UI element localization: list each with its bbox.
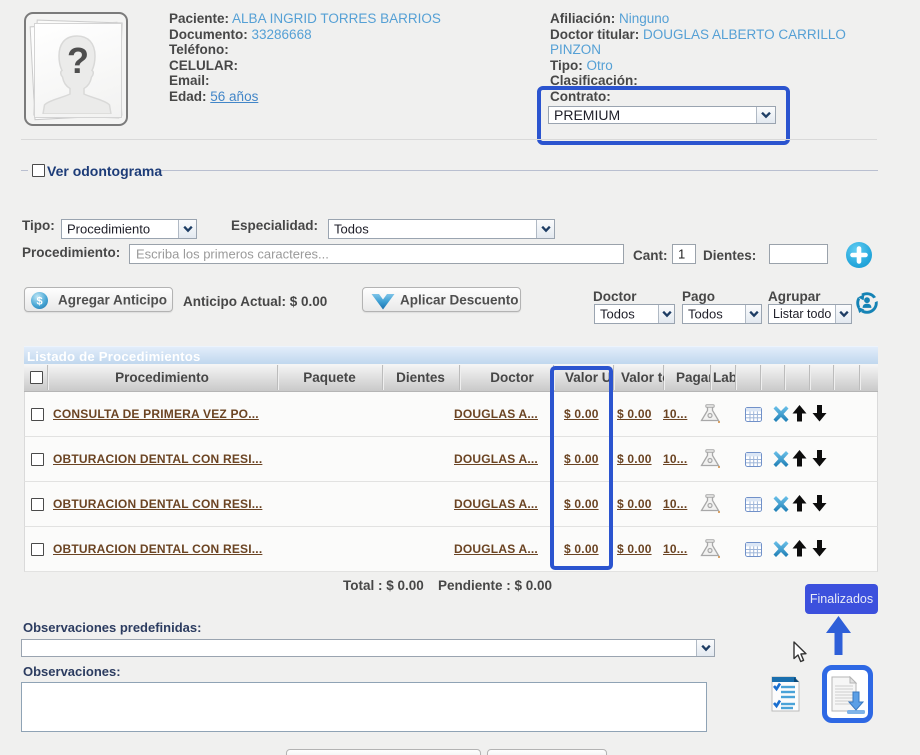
svg-text:?: ?: [67, 40, 89, 81]
svg-text:$: $: [36, 296, 42, 308]
